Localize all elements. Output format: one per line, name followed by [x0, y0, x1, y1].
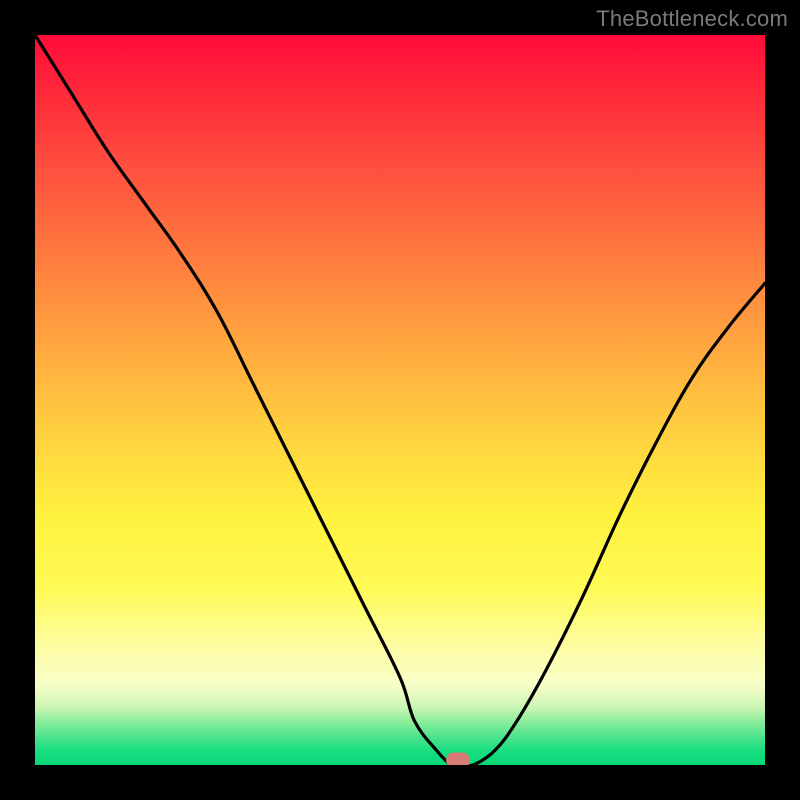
watermark-text: TheBottleneck.com — [596, 6, 788, 32]
plot-area — [35, 35, 765, 765]
optimum-marker — [446, 753, 470, 766]
chart-frame: TheBottleneck.com — [0, 0, 800, 800]
bottleneck-curve — [35, 35, 765, 765]
